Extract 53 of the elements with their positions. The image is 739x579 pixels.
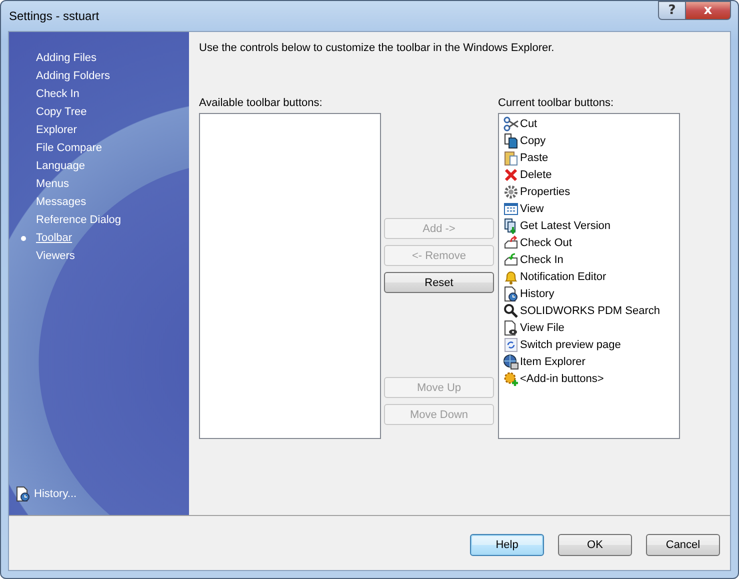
list-item[interactable]: View File xyxy=(520,322,564,334)
list-item[interactable]: Switch preview page xyxy=(520,338,621,350)
copy-icon xyxy=(503,132,519,148)
scissors-icon xyxy=(503,116,519,132)
sidebar-item[interactable]: Adding Folders xyxy=(36,70,110,82)
list-item[interactable]: Properties xyxy=(520,186,570,198)
list-item[interactable]: Item Explorer xyxy=(520,356,586,368)
search-icon xyxy=(503,302,519,318)
bullet-icon xyxy=(21,236,26,240)
list-item[interactable]: Check Out xyxy=(520,236,572,248)
current-buttons-list[interactable]: Cut Copy Paste Delete Properties View Get Latest Version Check Out Check In Notification Editor History SOLIDWORKS PDM Search View File Switch preview page Item Explorer <Add-in buttons> xyxy=(498,113,680,439)
box-in-icon xyxy=(503,252,519,268)
sidebar-item[interactable]: Reference Dialog xyxy=(36,214,121,226)
clipboard-icon xyxy=(503,150,519,166)
sidebar-item[interactable]: Adding Files xyxy=(36,52,97,64)
dialog-button[interactable]: OK xyxy=(558,534,632,556)
list-item[interactable]: History xyxy=(520,288,554,300)
list-item[interactable]: Notification Editor xyxy=(520,270,606,282)
help-button[interactable]: ? xyxy=(658,1,686,20)
document-clock-icon xyxy=(503,286,519,302)
box-out-icon xyxy=(503,234,519,250)
puzzle-gear-icon xyxy=(503,370,519,386)
sidebar-item[interactable]: Language xyxy=(36,160,85,172)
dialog-button[interactable]: Help xyxy=(470,534,544,556)
gear-icon xyxy=(503,184,519,200)
list-item[interactable]: SOLIDWORKS PDM Search xyxy=(520,304,660,316)
action-button[interactable]: Reset xyxy=(384,272,494,293)
instruction-text: Use the controls below to customize the toolbar in the Windows Explorer. xyxy=(199,42,556,54)
document-eye-icon xyxy=(503,320,519,336)
grid-view-icon xyxy=(503,200,519,216)
sidebar-item[interactable]: Copy Tree xyxy=(36,106,87,118)
globe-icon xyxy=(503,354,519,370)
window-title: Settings - sstuart xyxy=(8,9,100,23)
dialog-button[interactable]: Cancel xyxy=(646,534,720,556)
list-label: Current toolbar buttons: xyxy=(498,97,615,111)
sidebar-item[interactable]: File Compare xyxy=(36,142,102,154)
document-clock-icon xyxy=(15,486,31,502)
list-item[interactable]: <Add-in buttons> xyxy=(520,372,604,384)
list-item[interactable]: Delete xyxy=(520,168,552,180)
list-label: Available toolbar buttons: xyxy=(199,97,324,111)
x-mark-icon xyxy=(503,166,519,182)
bell-icon xyxy=(503,268,519,284)
sidebar-item[interactable]: Check In xyxy=(36,88,80,100)
list-item[interactable]: Paste xyxy=(520,152,548,164)
list-item[interactable]: View xyxy=(520,202,544,214)
list-item[interactable]: Copy xyxy=(520,134,546,146)
list-item[interactable]: Check In xyxy=(520,254,564,266)
list-item[interactable]: Get Latest Version xyxy=(520,220,610,232)
refresh-page-icon xyxy=(503,336,519,352)
list-item[interactable]: Cut xyxy=(520,118,538,130)
available-buttons-list[interactable] xyxy=(199,113,381,439)
sidebar-item[interactable]: Explorer xyxy=(36,124,77,136)
close-button[interactable]: x xyxy=(686,1,731,20)
